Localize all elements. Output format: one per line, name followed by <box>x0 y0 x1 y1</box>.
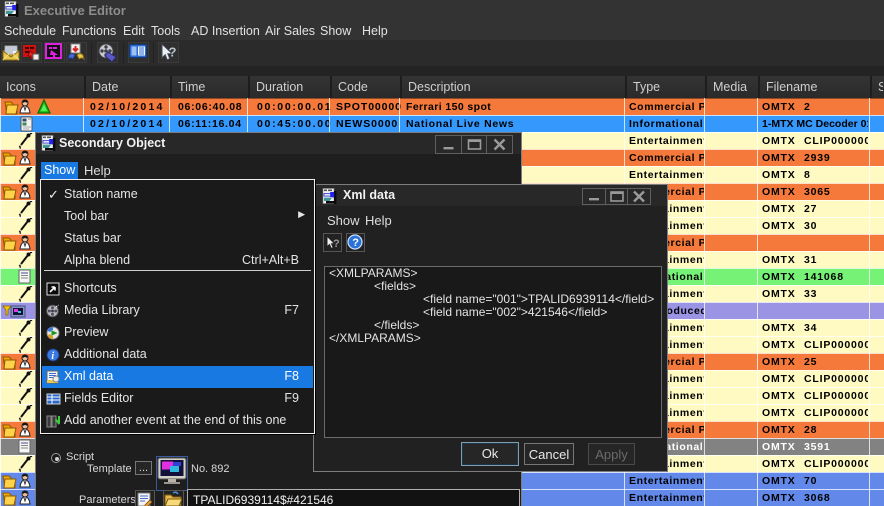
svg-text:i: i <box>51 351 54 362</box>
svg-text:?: ? <box>333 238 340 250</box>
svg-text:?: ? <box>352 237 359 249</box>
svg-text:?: ? <box>169 45 177 60</box>
